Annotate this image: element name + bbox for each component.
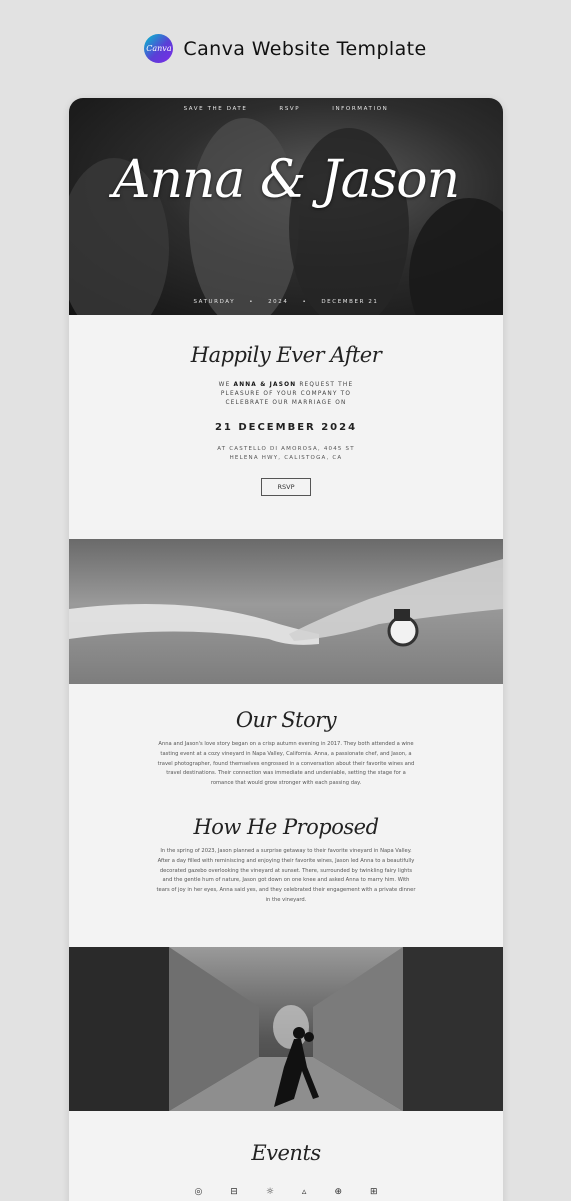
cake-icon: ⊞ — [370, 1187, 378, 1197]
wedding-date: 21 DECEMBER 2024 — [214, 422, 358, 433]
events-section: Events ◎ ⊟ ☼ ▵ ⊕ ⊞ — [69, 1111, 503, 1201]
invitation-section: Happily Ever After WE ANNA & JASON REQUE… — [69, 315, 503, 539]
nav-rsvp[interactable]: RSVP — [279, 106, 300, 112]
website-preview: SAVE THE DATE RSVP INFORMATION Anna & Ja… — [69, 98, 503, 1201]
holding-hands-illustration — [69, 559, 503, 647]
venue-line-1: AT CASTELLO DI AMOROSA, 4045 ST — [217, 446, 355, 452]
invite-heading: Happily Ever After — [190, 343, 382, 367]
story-heading: Our Story — [235, 708, 337, 732]
invite-couple-names: ANNA & JASON — [233, 382, 297, 388]
invite-line-2: PLEASURE OF YOUR COMPANY TO — [220, 391, 352, 397]
hero-names: Anna & Jason — [112, 150, 460, 210]
site-nav: SAVE THE DATE RSVP INFORMATION — [69, 106, 503, 112]
street-illustration — [69, 947, 503, 1111]
venue-address: AT CASTELLO DI AMOROSA, 4045 ST HELENA H… — [69, 445, 503, 463]
proposal-text: In the spring of 2023, Jason planned a s… — [156, 847, 416, 903]
hero-section: SAVE THE DATE RSVP INFORMATION Anna & Ja… — [69, 98, 503, 315]
story-text: Anna and Jason's love story began on a c… — [157, 741, 415, 787]
nav-information[interactable]: INFORMATION — [332, 106, 388, 112]
street-kiss-photo — [69, 947, 503, 1111]
event-icons-row: ◎ ⊟ ☼ ▵ ⊕ ⊞ — [69, 1187, 503, 1197]
hero-figure-center — [189, 118, 299, 315]
invite-text: WE ANNA & JASON REQUEST THE PLEASURE OF … — [69, 381, 503, 408]
hero-date-year: 2024 — [268, 299, 289, 305]
leaf-icon: ⊕ — [334, 1187, 342, 1197]
hero-figure-far-right — [409, 198, 503, 315]
venue-line-2: HELENA HWY, CALISTOGA, CA — [229, 455, 343, 461]
canva-logo: Canva — [144, 34, 174, 63]
sun-icon: ☼ — [265, 1187, 274, 1197]
brand-header: Canva Canva Website Template — [0, 34, 571, 63]
events-heading: Events — [251, 1141, 321, 1165]
hero-date-separator: • — [302, 299, 308, 305]
invite-line-3: CELEBRATE OUR MARRIAGE ON — [225, 400, 347, 406]
brand-title: Canva Website Template — [183, 37, 427, 60]
hero-date-day: SATURDAY — [193, 299, 236, 305]
story-section: Our Story Anna and Jason's love story be… — [69, 684, 503, 947]
rsvp-button[interactable]: RSVP — [261, 478, 311, 496]
car-icon: ⊟ — [230, 1187, 238, 1197]
rings-icon: ◎ — [194, 1187, 203, 1197]
holding-hands-photo — [69, 539, 503, 684]
chat-icon: ▵ — [301, 1187, 307, 1197]
nav-save-the-date[interactable]: SAVE THE DATE — [184, 106, 248, 112]
invite-line-1-post: REQUEST THE — [296, 382, 354, 388]
invite-line-1: WE ANNA & JASON REQUEST THE — [69, 381, 503, 390]
invite-line-1-pre: WE — [218, 382, 234, 388]
proposal-heading: How He Proposed — [193, 814, 379, 839]
hero-date: SATURDAY • 2024 • DECEMBER 21 — [69, 299, 503, 305]
hero-date-month-day: DECEMBER 21 — [321, 299, 379, 305]
hero-date-separator: • — [249, 299, 255, 305]
